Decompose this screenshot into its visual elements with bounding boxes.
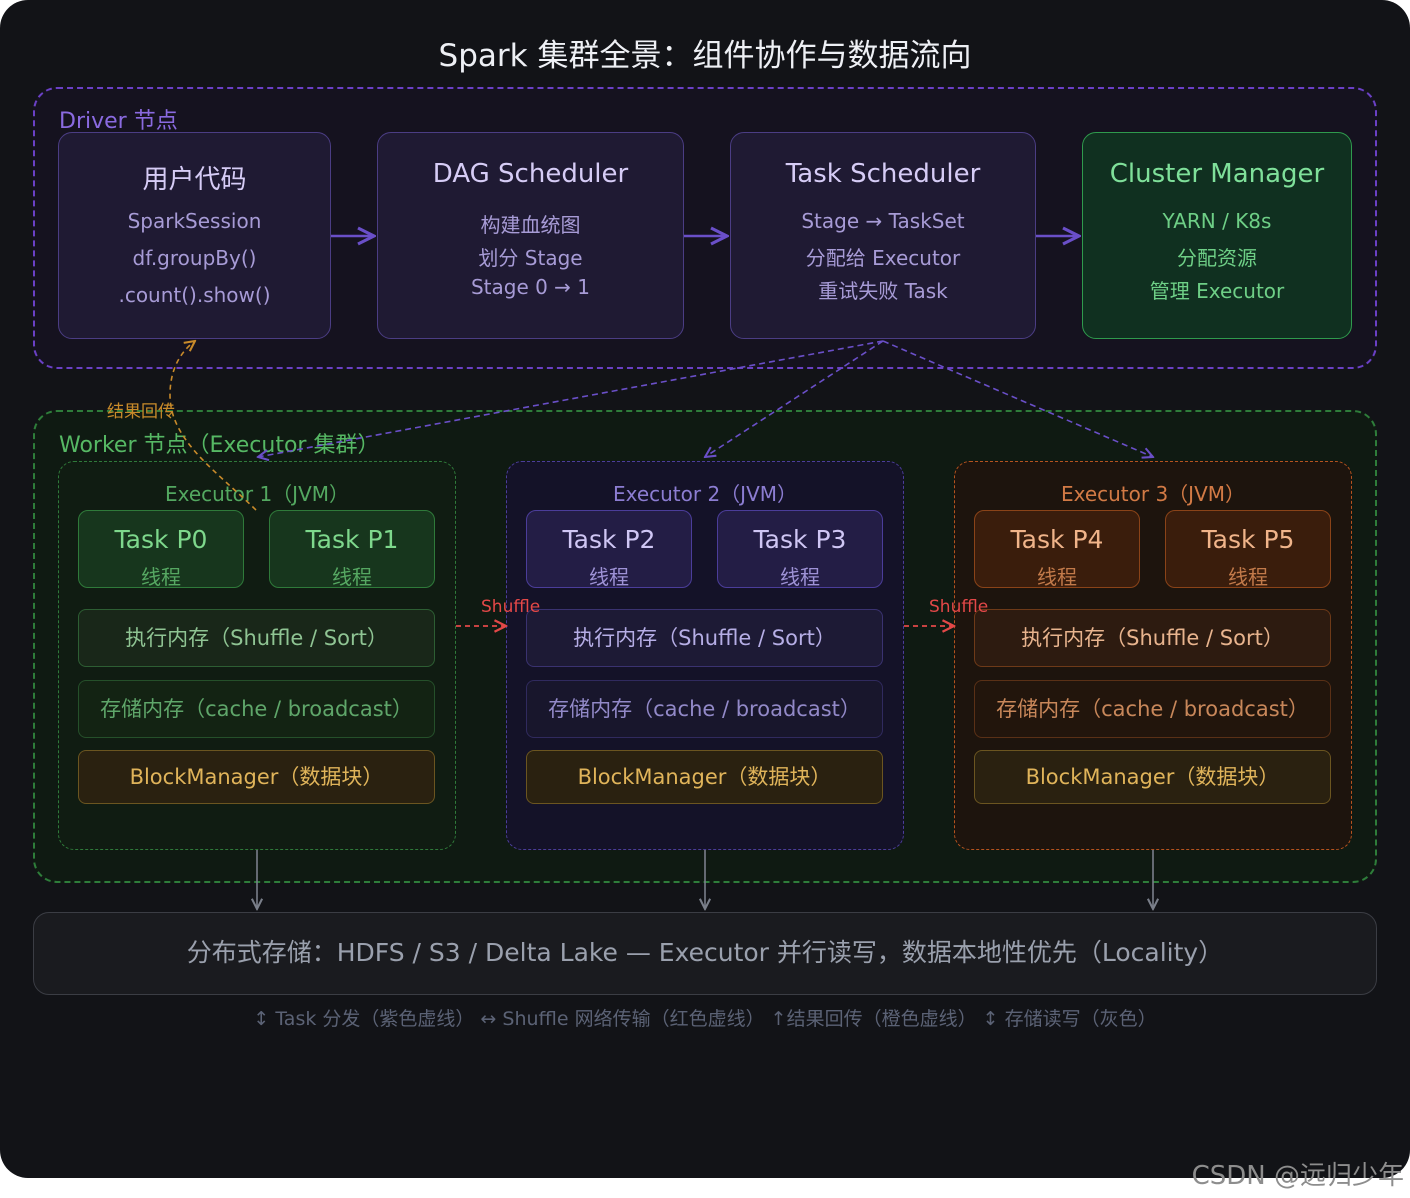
user-code-line: .count().show() — [118, 283, 271, 307]
task-p0: Task P0 线程 — [78, 510, 244, 589]
distributed-storage-bar: 分布式存储：HDFS / S3 / Delta Lake — Executor … — [33, 912, 1377, 995]
worker-node-label: Worker 节点（Executor 集群） — [59, 433, 380, 458]
task-p2: Task P2 线程 — [526, 510, 692, 589]
cluster-manager-title: Cluster Manager — [1109, 159, 1325, 189]
task-p5: Task P5 线程 — [1165, 510, 1331, 589]
storage-memory: 存储内存（cache / broadcast） — [974, 680, 1331, 738]
dag-scheduler-line: 构建血统图 — [480, 213, 581, 237]
user-code-line: SparkSession — [127, 209, 262, 233]
task-scheduler-box: Task Scheduler Stage → TaskSet 分配给 Execu… — [730, 132, 1036, 339]
executor-title: Executor 3（JVM） — [1060, 482, 1246, 506]
user-code-box: 用户代码 SparkSession df.groupBy() .count().… — [58, 132, 331, 339]
dag-scheduler-box: DAG Scheduler 构建血统图 划分 Stage Stage 0 → 1 — [377, 132, 684, 339]
task-name: Task P0 — [114, 525, 208, 554]
task-thread-label: 线程 — [332, 565, 372, 589]
task-p4: Task P4 线程 — [974, 510, 1140, 589]
task-scheduler-title: Task Scheduler — [785, 159, 981, 189]
execution-memory: 执行内存（Shuffle / Sort） — [974, 609, 1331, 667]
executor-title: Executor 2（JVM） — [612, 482, 798, 506]
task-thread-label: 线程 — [589, 565, 629, 589]
result-return-label: 结果回传 — [107, 402, 175, 422]
shuffle-label: Shuffle — [481, 597, 541, 617]
task-thread-label: 线程 — [780, 565, 820, 589]
dag-scheduler-line: Stage 0 → 1 — [470, 275, 591, 299]
cluster-manager-line: 管理 Executor — [1149, 279, 1285, 303]
driver-node-label: Driver 节点 — [59, 109, 178, 134]
execution-memory: 执行内存（Shuffle / Sort） — [526, 609, 883, 667]
task-name: Task P4 — [1010, 525, 1104, 554]
shuffle-label: Shuffle — [929, 597, 989, 617]
task-p3: Task P3 线程 — [717, 510, 883, 589]
diagram-title: Spark 集群全景：组件协作与数据流向 — [438, 38, 972, 74]
dag-scheduler-title: DAG Scheduler — [432, 159, 629, 189]
cluster-manager-line: 分配资源 — [1177, 246, 1257, 270]
storage-memory: 存储内存（cache / broadcast） — [78, 680, 435, 738]
storage-memory: 存储内存（cache / broadcast） — [526, 680, 883, 738]
watermark-text: CSDN @远归少年 — [1191, 1161, 1404, 1191]
task-scheduler-line: Stage → TaskSet — [801, 209, 965, 233]
user-code-line: df.groupBy() — [132, 246, 257, 270]
task-thread-label: 线程 — [1037, 565, 1077, 589]
task-scheduler-line: 重试失败 Task — [818, 279, 948, 303]
diagram-canvas: Spark 集群全景：组件协作与数据流向 Driver 节点 用户代码 Spar… — [0, 0, 1410, 1178]
cluster-manager-line: YARN / K8s — [1162, 209, 1272, 233]
block-manager: BlockManager（数据块） — [974, 750, 1331, 804]
task-thread-label: 线程 — [1228, 565, 1268, 589]
task-p1: Task P1 线程 — [269, 510, 435, 589]
legend-text: ↕ Task 分发（紫色虚线） ↔ Shuffle 网络传输（红色虚线） ↑结果… — [253, 1008, 1157, 1030]
task-name: Task P3 — [753, 525, 847, 554]
user-code-title: 用户代码 — [142, 165, 247, 195]
block-manager: BlockManager（数据块） — [526, 750, 883, 804]
executor-title: Executor 1（JVM） — [164, 482, 350, 506]
dag-scheduler-line: 划分 Stage — [478, 246, 583, 270]
block-manager: BlockManager（数据块） — [78, 750, 435, 804]
execution-memory: 执行内存（Shuffle / Sort） — [78, 609, 435, 667]
cluster-manager-box: Cluster Manager YARN / K8s 分配资源 管理 Execu… — [1082, 132, 1352, 339]
task-name: Task P2 — [562, 525, 656, 554]
task-scheduler-line: 分配给 Executor — [805, 246, 961, 270]
task-name: Task P1 — [305, 525, 399, 554]
task-thread-label: 线程 — [141, 565, 181, 589]
task-name: Task P5 — [1201, 525, 1295, 554]
